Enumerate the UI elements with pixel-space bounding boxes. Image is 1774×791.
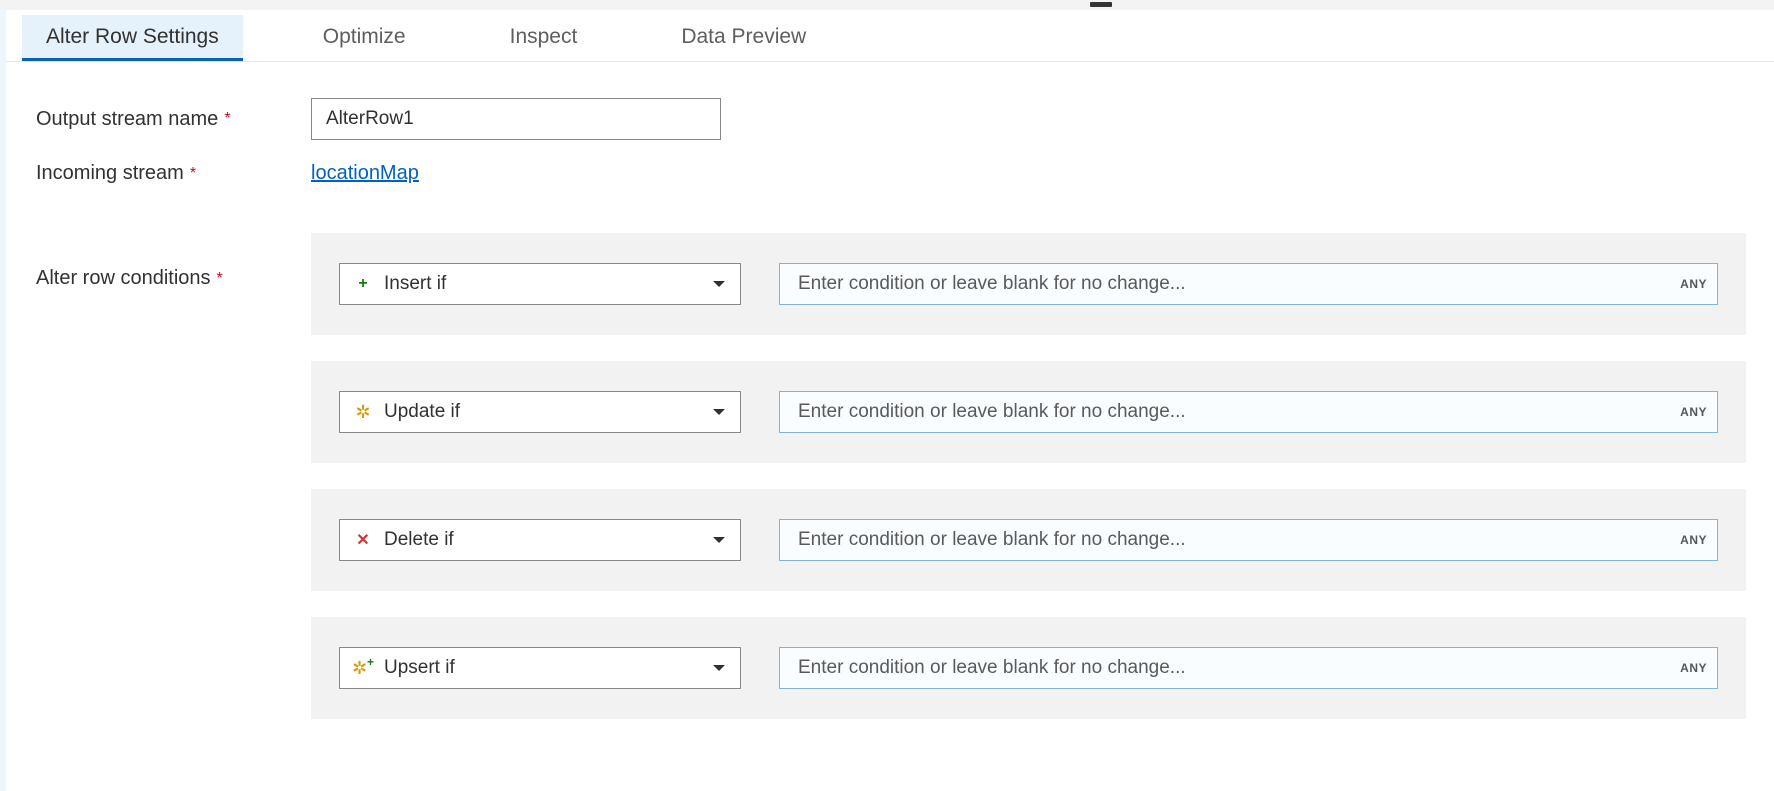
incoming-stream-label: Incoming stream *	[36, 162, 311, 185]
condition-type-select[interactable]: ✲+ Upsert if	[339, 647, 741, 689]
placeholder-text: Enter condition or leave blank for no ch…	[798, 657, 1186, 679]
condition-expression-input[interactable]: Enter condition or leave blank for no ch…	[779, 391, 1718, 433]
required-asterisk: *	[224, 110, 230, 128]
select-text: Insert if	[384, 273, 446, 295]
tab-inspect[interactable]: Inspect	[486, 15, 602, 61]
condition-row: ✕ Delete if Enter condition or leave bla…	[311, 489, 1746, 591]
insert-icon: +	[354, 275, 372, 293]
placeholder-text: Enter condition or leave blank for no ch…	[798, 273, 1186, 295]
upsert-icon: ✲+	[354, 659, 372, 677]
chevron-down-icon	[712, 280, 726, 288]
condition-row: ✲+ Upsert if Enter condition or leave bl…	[311, 617, 1746, 719]
panel-handle-bar	[0, 0, 1774, 10]
any-badge: ANY	[1680, 661, 1707, 675]
tab-data-preview[interactable]: Data Preview	[657, 15, 830, 61]
condition-expression-input[interactable]: Enter condition or leave blank for no ch…	[779, 263, 1718, 305]
any-badge: ANY	[1680, 277, 1707, 291]
tab-alter-row-settings[interactable]: Alter Row Settings	[22, 15, 243, 61]
condition-expression-input[interactable]: Enter condition or leave blank for no ch…	[779, 519, 1718, 561]
any-badge: ANY	[1680, 405, 1707, 419]
required-asterisk: *	[190, 165, 196, 183]
placeholder-text: Enter condition or leave blank for no ch…	[798, 529, 1186, 551]
output-stream-input[interactable]	[311, 98, 721, 140]
chevron-down-icon	[712, 408, 726, 416]
condition-expression-input[interactable]: Enter condition or leave blank for no ch…	[779, 647, 1718, 689]
select-text: Upsert if	[384, 657, 455, 679]
placeholder-text: Enter condition or leave blank for no ch…	[798, 401, 1186, 423]
condition-type-select[interactable]: ✕ Delete if	[339, 519, 741, 561]
tab-strip: Alter Row Settings Optimize Inspect Data…	[6, 10, 1774, 62]
select-text: Update if	[384, 401, 460, 423]
drag-handle-icon[interactable]	[1090, 2, 1112, 7]
alter-row-panel: Alter Row Settings Optimize Inspect Data…	[6, 10, 1774, 755]
output-stream-label: Output stream name *	[36, 108, 311, 131]
label-text: Incoming stream	[36, 162, 184, 185]
delete-icon: ✕	[354, 530, 372, 550]
select-text: Delete if	[384, 529, 454, 551]
settings-content: Output stream name * Incoming stream * l…	[6, 62, 1774, 755]
any-badge: ANY	[1680, 533, 1707, 547]
label-text: Output stream name	[36, 108, 218, 131]
incoming-stream-link[interactable]: locationMap	[311, 162, 419, 185]
output-stream-row: Output stream name *	[36, 98, 1746, 140]
required-asterisk: *	[217, 270, 223, 288]
condition-row: ✲ Update if Enter condition or leave bla…	[311, 361, 1746, 463]
chevron-down-icon	[712, 664, 726, 672]
condition-row: + Insert if Enter condition or leave bla…	[311, 233, 1746, 335]
alter-row-conditions-section: Alter row conditions * + Insert if Enter…	[36, 233, 1746, 719]
update-icon: ✲	[354, 402, 372, 423]
incoming-stream-row: Incoming stream * locationMap	[36, 162, 1746, 185]
alter-row-conditions-label: Alter row conditions *	[36, 233, 311, 290]
tab-optimize[interactable]: Optimize	[299, 15, 430, 61]
condition-type-select[interactable]: ✲ Update if	[339, 391, 741, 433]
condition-type-select[interactable]: + Insert if	[339, 263, 741, 305]
label-text: Alter row conditions	[36, 267, 211, 290]
chevron-down-icon	[712, 536, 726, 544]
conditions-list: + Insert if Enter condition or leave bla…	[311, 233, 1746, 719]
